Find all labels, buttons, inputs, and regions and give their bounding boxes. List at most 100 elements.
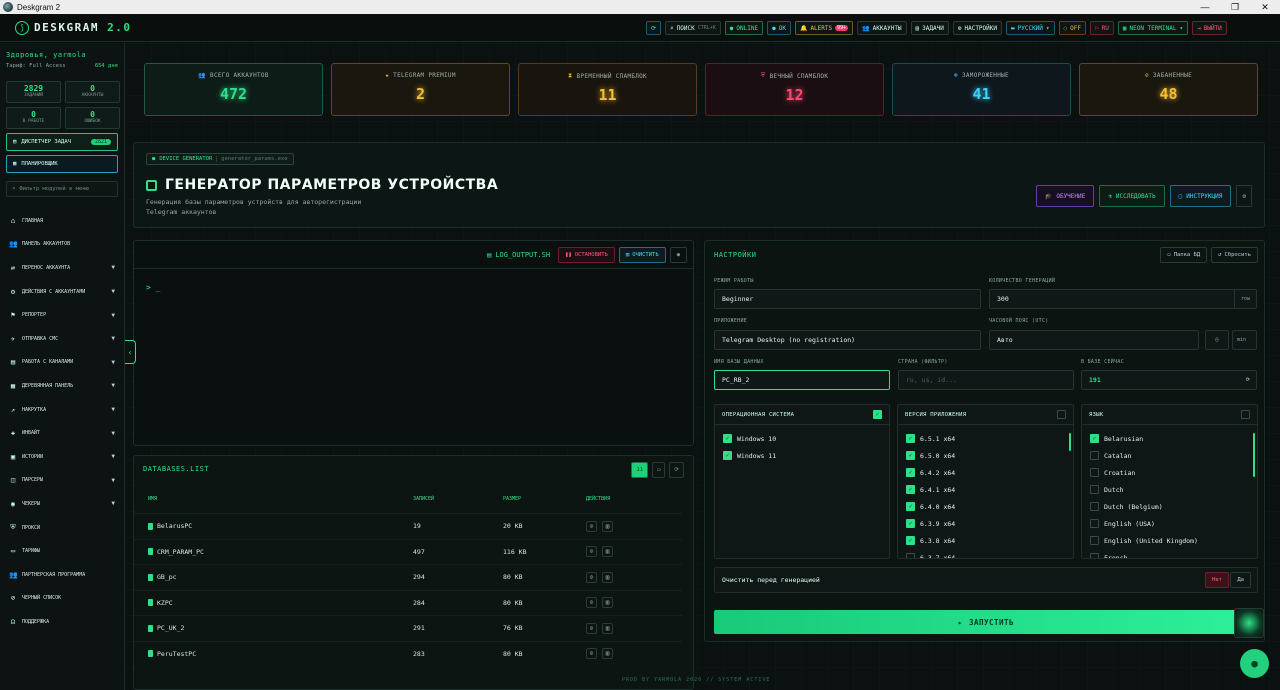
scheduler-button[interactable]: ▦ ПЛАНИРОВЩИК bbox=[6, 155, 118, 173]
close-window-button[interactable]: ✕ bbox=[1250, 0, 1280, 14]
table-row[interactable]: PC_UK_2 291 76 KB ⊙ ▥ bbox=[134, 615, 682, 640]
list-item[interactable]: Catalan bbox=[1082, 447, 1257, 464]
guide-button[interactable]: ▢ ИНСТРУКЦИЯ bbox=[1169, 185, 1232, 207]
list-item[interactable]: Dutch bbox=[1082, 481, 1257, 498]
sidebar-item[interactable]: ⚑ РЕПОРТЕР ▼ bbox=[0, 303, 124, 327]
view-icon[interactable]: ⊙ bbox=[586, 571, 597, 583]
list-item[interactable]: ✓ Windows 10 bbox=[715, 430, 889, 447]
checkbox[interactable] bbox=[1090, 519, 1099, 528]
chevron-down-icon[interactable]: ▼ bbox=[111, 312, 115, 319]
checkbox[interactable] bbox=[1090, 451, 1099, 460]
stat-errors[interactable]: 0 ОШИБОК bbox=[65, 107, 120, 129]
checkbox[interactable]: ✓ bbox=[906, 451, 915, 460]
module-filter-input[interactable]: ⌕ Фильтр модулей в меню bbox=[6, 181, 118, 197]
delete-icon[interactable]: ▥ bbox=[602, 546, 613, 557]
sidebar-item[interactable]: ◫ ПАРСЕРЫ ▼ bbox=[0, 469, 124, 493]
sidebar-item[interactable]: ▭ ТАРИФЫ bbox=[0, 539, 124, 563]
stat-in-work[interactable]: 0В РАБОТЕ bbox=[6, 107, 61, 129]
checkbox[interactable]: ✓ bbox=[723, 451, 732, 460]
checkbox[interactable]: ✓ bbox=[906, 536, 915, 545]
toggle-view-button[interactable]: ◉ bbox=[669, 246, 687, 263]
count-input[interactable]: 300 row bbox=[989, 289, 1257, 309]
list-item[interactable]: ✓ Belarusian bbox=[1082, 430, 1257, 447]
list-item[interactable]: ✓ 6.5.0 x64 bbox=[898, 447, 1073, 464]
chat-button[interactable]: ● bbox=[1240, 649, 1269, 678]
language-select[interactable]: ▬ РУССКИЙ ▾ bbox=[1006, 21, 1055, 35]
stat-accounts[interactable]: 0 АККАУНТЫ bbox=[65, 81, 120, 103]
chevron-down-icon[interactable]: ▼ bbox=[111, 453, 115, 460]
list-item[interactable]: English (USA) bbox=[1082, 515, 1257, 532]
delete-icon[interactable]: ▥ bbox=[602, 597, 613, 608]
checkbox[interactable]: ✓ bbox=[1090, 434, 1099, 443]
table-row[interactable]: BelarusPC 19 20 KB ⊙ ▥ bbox=[134, 513, 682, 538]
checkbox[interactable]: ✓ bbox=[906, 468, 915, 477]
view-icon[interactable]: ⊙ bbox=[586, 520, 597, 532]
stat-card[interactable]: ⛨ ВЕЧНЫЙ СПАМБЛОК 12 bbox=[705, 63, 884, 116]
list-item[interactable]: ✓ 6.3.8 x64 bbox=[898, 532, 1073, 549]
stop-button[interactable]: ❚❚ ОСТАНОВИТЬ bbox=[558, 246, 615, 263]
list-item[interactable]: Croatian bbox=[1082, 464, 1257, 481]
mascot-avatar[interactable] bbox=[1234, 608, 1264, 638]
accounts-button[interactable]: 👥 АККАУНТЫ bbox=[857, 21, 907, 35]
stat-card[interactable]: 👥 ВСЕГО АККАУНТОВ 472 bbox=[144, 63, 323, 116]
checkbox[interactable] bbox=[1090, 502, 1099, 511]
view-icon[interactable]: ⊙ bbox=[586, 622, 597, 634]
version-scrollbar[interactable] bbox=[1069, 433, 1071, 451]
delete-icon[interactable]: ▥ bbox=[602, 571, 613, 583]
list-item[interactable]: ✓ 6.4.0 x64 bbox=[898, 498, 1073, 515]
app-logo[interactable]: ⟆ DESKGRAM 2.0 bbox=[15, 20, 131, 35]
checkbox[interactable] bbox=[906, 553, 915, 558]
table-row[interactable]: PeruTestPC 283 80 KB ⊙ ▥ bbox=[134, 640, 682, 666]
online-status[interactable]: ● ONLINE bbox=[724, 21, 764, 35]
dbname-input[interactable]: PC_RB_2 bbox=[714, 370, 890, 390]
language-scrollbar[interactable] bbox=[1253, 433, 1255, 477]
sidebar-item[interactable]: ↗ НАКРУТКА ▼ bbox=[0, 398, 124, 422]
table-row[interactable]: CRM_PARAM_PC 497 116 KB ⊙ ▥ bbox=[134, 538, 682, 564]
clear-yes-button[interactable]: Да bbox=[1230, 572, 1251, 588]
version-select-all-checkbox[interactable] bbox=[1057, 410, 1066, 419]
app-select[interactable]: Telegram Desktop (no registration) bbox=[714, 330, 981, 350]
research-button[interactable]: ⚗ ИССЛЕДОВАТЬ bbox=[1099, 185, 1165, 207]
chevron-down-icon[interactable]: ▼ bbox=[111, 406, 115, 413]
list-item[interactable]: 6.3.7 x64 bbox=[898, 549, 1073, 558]
minimize-button[interactable]: — bbox=[1190, 0, 1220, 14]
sidebar-item[interactable]: ▣ ИСТОРИИ ▼ bbox=[0, 445, 124, 469]
logout-button[interactable]: ⇥ ВЫЙТИ bbox=[1192, 21, 1227, 35]
alerts-button[interactable]: 🔔 ALERTS 99+ bbox=[794, 21, 854, 35]
refresh-button[interactable]: ⟳ bbox=[646, 21, 662, 35]
sidebar-item[interactable]: ▤ РАБОТА С КАНАЛАМИ ▼ bbox=[0, 351, 124, 375]
sidebar-item[interactable]: ☊ ПОДДЕРЖКА bbox=[0, 610, 124, 634]
list-item[interactable]: French bbox=[1082, 549, 1257, 558]
list-item[interactable]: ✓ Windows 11 bbox=[715, 447, 889, 464]
sidebar-item[interactable]: ◉ ЧЕКЕРЫ ▼ bbox=[0, 492, 124, 516]
sidebar-item[interactable]: ⚙ ДЕЙСТВИЯ С АККАУНТАМИ ▼ bbox=[0, 280, 124, 304]
language-select-all-checkbox[interactable] bbox=[1241, 410, 1250, 419]
sidebar-item[interactable]: 👥 ПАНЕЛЬ АККАУНТОВ bbox=[0, 233, 124, 257]
delete-icon[interactable]: ▥ bbox=[602, 520, 613, 532]
checkbox[interactable] bbox=[1090, 485, 1099, 494]
learn-button[interactable]: 🎓 ОБУЧЕНИЕ bbox=[1035, 185, 1095, 207]
sidebar-item[interactable]: ⇄ ПЕРЕНОС АККАУНТА ▼ bbox=[0, 256, 124, 280]
sidebar-item[interactable]: ✈ ОТПРАВКА СМС ▼ bbox=[0, 327, 124, 351]
tz-offset-input[interactable]: 0 bbox=[1205, 330, 1229, 350]
chevron-down-icon[interactable]: ▼ bbox=[111, 500, 115, 507]
country-input[interactable]: ru, us, id... bbox=[898, 370, 1074, 390]
table-row[interactable]: KZPC 284 80 KB ⊙ ▥ bbox=[134, 589, 682, 615]
clear-no-button[interactable]: Нет bbox=[1205, 572, 1229, 588]
checkbox[interactable]: ✓ bbox=[906, 485, 915, 494]
db-folder-button[interactable]: ▭ Папка БД bbox=[1160, 247, 1208, 263]
sidebar-item[interactable]: ⌂ ГЛАВНАЯ bbox=[0, 209, 124, 233]
refresh-count-icon[interactable]: ⟳ bbox=[1240, 371, 1256, 389]
mode-select[interactable]: Beginner bbox=[714, 289, 981, 309]
sidebar-item[interactable]: ⊘ ЧЕРНЫЙ СПИСОК bbox=[0, 587, 124, 611]
chevron-down-icon[interactable]: ▼ bbox=[111, 288, 115, 295]
theme-toggle[interactable]: ◌ OFF bbox=[1058, 21, 1087, 35]
checkbox[interactable] bbox=[1090, 553, 1099, 558]
list-item[interactable]: English (United Kingdom) bbox=[1082, 532, 1257, 549]
task-dispatcher-button[interactable]: ▤ ДИСПЕТЧЕР ЗАДАЧ 2821 bbox=[6, 133, 118, 151]
stat-card[interactable]: ⧗ ВРЕМЕННЫЙ СПАМБЛОК 11 bbox=[518, 63, 697, 116]
sidebar-collapse-handle[interactable]: ‹ bbox=[125, 340, 136, 364]
list-item[interactable]: ✓ 6.4.1 x64 bbox=[898, 481, 1073, 498]
sidebar-item[interactable]: ▦ ДЕРЕВЯННАЯ ПАНЕЛЬ ▼ bbox=[0, 374, 124, 398]
os-select-all-checkbox[interactable]: ✓ bbox=[873, 410, 882, 419]
